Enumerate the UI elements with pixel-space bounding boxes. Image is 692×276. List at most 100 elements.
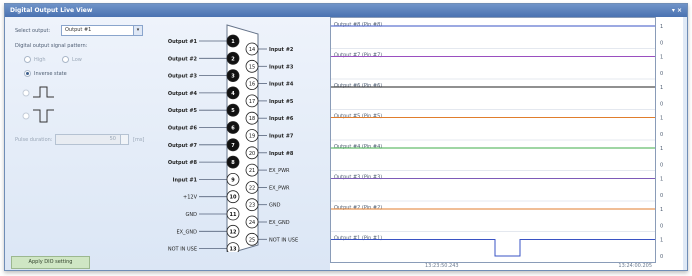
time-end-label: 13:24:00.205 bbox=[618, 263, 652, 269]
scale-top-label: 1 bbox=[660, 116, 663, 122]
pin-label-left: Output #3 bbox=[168, 74, 198, 80]
radio-inverse-state[interactable] bbox=[24, 70, 31, 77]
scale-top-label: 1 bbox=[660, 55, 663, 61]
pin-number: 8 bbox=[231, 160, 235, 166]
window-controls[interactable]: ▾ × bbox=[672, 4, 682, 17]
pin-label-left: Output #2 bbox=[168, 56, 198, 62]
output-select[interactable]: Output #1 ▾ bbox=[61, 25, 143, 36]
pin-label-right: Input #6 bbox=[269, 116, 294, 122]
pin-label-left: NOT IN USE bbox=[168, 247, 197, 252]
scale-top-label: 1 bbox=[660, 177, 663, 183]
trace-label: Output #3 (Pin #3) bbox=[334, 175, 382, 181]
trace-label: Output #7 (Pin #7) bbox=[334, 53, 382, 59]
pin-number: 13 bbox=[230, 247, 237, 252]
pin-number: 1 bbox=[231, 39, 235, 45]
time-start-label: 13:23:50.243 bbox=[425, 263, 459, 269]
pulse-duration-label: Pulse duration: bbox=[15, 137, 53, 143]
scale-bottom-label: 0 bbox=[660, 163, 663, 169]
apply-dio-setting-button[interactable]: Apply DIO setting bbox=[11, 256, 90, 269]
radio-high-label: High bbox=[34, 57, 46, 63]
pulse-low-icon bbox=[33, 109, 54, 123]
pin-label-right: GND bbox=[269, 203, 281, 209]
pin-label-left: GND bbox=[186, 212, 198, 218]
pin-number: 4 bbox=[231, 91, 235, 97]
pin-number: 24 bbox=[249, 220, 255, 226]
pin-number: 12 bbox=[230, 229, 237, 235]
pin-number: 18 bbox=[249, 116, 255, 122]
signal-pattern-label: Digital output signal pattern: bbox=[15, 43, 88, 49]
pulse-duration-input[interactable]: 50 bbox=[55, 134, 129, 145]
pin-number: 23 bbox=[249, 203, 255, 209]
scale-bottom-label: 0 bbox=[660, 71, 663, 77]
settings-panel: Select output: Output #1 ▾ Digital outpu… bbox=[5, 17, 330, 270]
pin-number: 7 bbox=[231, 143, 235, 149]
output-select-value: Output #1 bbox=[65, 27, 92, 33]
pin-number: 16 bbox=[249, 82, 255, 88]
trace-label: Output #5 (Pin #5) bbox=[334, 114, 382, 120]
pin-label-right: Input #3 bbox=[269, 64, 294, 70]
digital-output-live-view-window: Digital Output Live View ▾ × Select outp… bbox=[4, 3, 688, 271]
pin-label-left: Input #1 bbox=[173, 177, 198, 183]
radio-high[interactable] bbox=[24, 56, 31, 63]
scale-top-label: 1 bbox=[660, 146, 663, 152]
scale-top-label: 1 bbox=[660, 238, 663, 244]
pin-label-left: Output #1 bbox=[168, 39, 198, 45]
pin-label-left: Output #6 bbox=[168, 126, 198, 132]
pulse-duration-spinner[interactable] bbox=[120, 135, 128, 144]
trace-label: Output #1 (Pin #1) bbox=[334, 236, 382, 242]
pulse-high-radio[interactable] bbox=[22, 89, 30, 97]
scale-bottom-label: 0 bbox=[660, 41, 663, 47]
pin-number: 9 bbox=[231, 177, 235, 183]
db25-connector-diagram: 1 Output #1 2 Output #2 3 Output #3 4 Output #4… bbox=[168, 24, 298, 252]
trace-label: Output #8 (Pin #8) bbox=[334, 22, 382, 28]
scale-bottom-label: 0 bbox=[660, 193, 663, 199]
scale-bottom-label: 0 bbox=[660, 132, 663, 138]
select-output-label: Select output: bbox=[15, 28, 51, 34]
trace-label: Output #4 (Pin #4) bbox=[334, 144, 382, 150]
pin-label-left: +12V bbox=[183, 195, 198, 201]
pin-label-left: Output #7 bbox=[168, 143, 198, 149]
pin-number: 17 bbox=[249, 99, 255, 105]
pin-number: 10 bbox=[230, 195, 237, 201]
title-bar: Digital Output Live View ▾ × bbox=[5, 4, 687, 17]
trace-label: Output #6 (Pin #6) bbox=[334, 83, 382, 89]
pin-label-left: EX_GND bbox=[176, 229, 197, 235]
pin-number: 21 bbox=[249, 168, 255, 174]
pulse-duration-unit: [ms] bbox=[133, 137, 145, 143]
chevron-down-icon[interactable]: ▾ bbox=[133, 26, 142, 35]
pin-label-right: Input #2 bbox=[269, 47, 294, 53]
pin-label-right: Input #4 bbox=[269, 82, 294, 88]
pin-number: 20 bbox=[249, 151, 255, 157]
pin-label-right: EX_PWR bbox=[269, 185, 290, 191]
pin-number: 3 bbox=[231, 74, 235, 80]
pin-label-left: Output #8 bbox=[168, 160, 198, 166]
scale-bottom-label: 0 bbox=[660, 224, 663, 230]
pin-number: 14 bbox=[249, 47, 255, 53]
pin-label-right: NOT IN USE bbox=[269, 237, 298, 243]
pin-label-right: EX_GND bbox=[269, 220, 290, 226]
scale-bottom-label: 0 bbox=[660, 254, 663, 260]
pin-number: 6 bbox=[231, 126, 235, 132]
pulse-low-radio[interactable] bbox=[22, 112, 30, 120]
pin-label-right: Input #7 bbox=[269, 134, 294, 140]
pin-number: 22 bbox=[249, 185, 255, 191]
scale-top-label: 1 bbox=[660, 24, 663, 30]
pulse-pattern-icons bbox=[22, 86, 54, 123]
signal-plot: Output #8 (Pin #8) 1 0 Output #7 (Pin #7) 1 0… bbox=[330, 17, 663, 269]
signal-plot-panel: Output #8 (Pin #8) 1 0 Output #7 (Pin #7) 1 0… bbox=[330, 17, 683, 270]
pin-label-right: EX_PWR bbox=[269, 168, 290, 174]
radio-inverse-label: Inverse state bbox=[34, 71, 67, 77]
trace-label: Output #2 (Pin #2) bbox=[334, 205, 382, 211]
window-title: Digital Output Live View bbox=[10, 7, 93, 14]
pin-number: 2 bbox=[231, 56, 235, 62]
pin-number: 25 bbox=[249, 237, 255, 243]
radio-low[interactable] bbox=[62, 56, 69, 63]
pin-label-left: Output #5 bbox=[168, 108, 198, 114]
pin-label-right: Input #8 bbox=[269, 151, 294, 157]
pin-label-right: Input #5 bbox=[269, 99, 294, 105]
scale-top-label: 1 bbox=[660, 207, 663, 213]
pin-number: 19 bbox=[249, 134, 255, 140]
radio-low-label: Low bbox=[72, 57, 82, 63]
scale-top-label: 1 bbox=[660, 85, 663, 91]
pin-number: 5 bbox=[231, 108, 235, 114]
